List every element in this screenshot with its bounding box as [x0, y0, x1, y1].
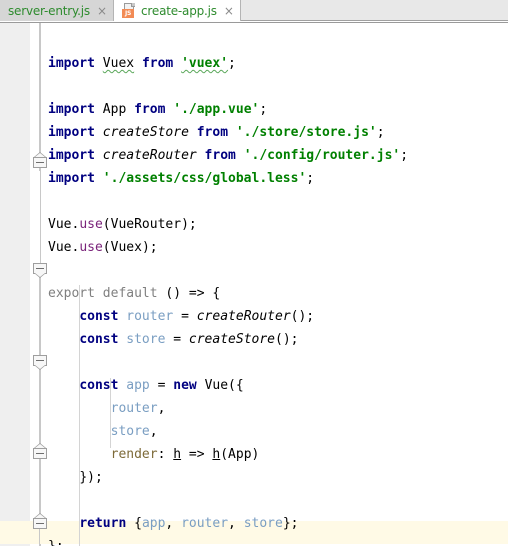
code-line-text: Vue.use(VueRouter); [48, 217, 197, 232]
code-line[interactable]: const store = createStore(); [0, 328, 508, 351]
code-line-text: import App from './app.vue'; [48, 102, 268, 117]
code-line[interactable]: Vue.use(Vuex); [0, 236, 508, 259]
code-editor-pane[interactable]: import Vuex from 'vuex'; import App from… [0, 23, 508, 546]
code-line-text: router, [110, 401, 166, 416]
code-line-text: import './assets/css/global.less'; [48, 171, 315, 186]
code-line[interactable]: const router = createRouter(); [0, 305, 508, 328]
code-line[interactable]: render: h => h(App) [0, 443, 508, 466]
code-line-text: }; [48, 535, 64, 546]
code-line-text: }); [79, 470, 103, 485]
code-line[interactable]: import Vuex from 'vuex'; [0, 52, 508, 75]
code-line[interactable]: }; [0, 535, 508, 546]
code-line[interactable]: import createRouter from './config/route… [0, 144, 508, 167]
code-line-text: const router = createRouter(); [79, 309, 315, 324]
code-line-text: const store = createStore(); [79, 332, 299, 347]
code-line[interactable]: router, [0, 397, 508, 420]
code-line[interactable] [0, 259, 508, 282]
code-line[interactable] [0, 351, 508, 374]
close-icon[interactable]: × [224, 5, 234, 17]
code-line[interactable] [0, 75, 508, 98]
code-line[interactable]: }); [0, 466, 508, 489]
editor-window: server-entry.js × JS create-app.js × imp… [0, 0, 508, 546]
code-content[interactable]: import Vuex from 'vuex'; import App from… [0, 23, 508, 546]
close-icon[interactable]: × [97, 5, 107, 17]
code-line-text: export default () => { [48, 286, 221, 301]
code-line[interactable]: import './assets/css/global.less'; [0, 167, 508, 190]
code-line[interactable]: export default () => { [0, 282, 508, 305]
code-line[interactable]: import createStore from './store/store.j… [0, 121, 508, 144]
code-line[interactable]: store, [0, 420, 508, 443]
tab-server-entry[interactable]: server-entry.js × [0, 0, 115, 21]
code-line-text: Vue.use(Vuex); [48, 240, 158, 255]
code-line-text: import createStore from './store/store.j… [48, 125, 385, 140]
tab-label: server-entry.js [8, 3, 90, 18]
js-file-icon-badge: JS [122, 9, 135, 18]
code-line-text: render: h => h(App) [110, 447, 260, 462]
tab-create-app[interactable]: JS create-app.js × [114, 0, 241, 21]
code-line[interactable]: return {app, router, store}; [0, 512, 508, 535]
tab-label: create-app.js [141, 3, 217, 18]
code-line-text: return {app, router, store}; [79, 516, 299, 531]
tab-bar-empty-space [240, 0, 508, 20]
code-line[interactable]: import App from './app.vue'; [0, 98, 508, 121]
code-line[interactable] [0, 190, 508, 213]
code-line[interactable] [0, 489, 508, 512]
code-line-text: import Vuex from 'vuex'; [48, 56, 236, 71]
code-line-text: import createRouter from './config/route… [48, 148, 409, 163]
js-file-icon-corner [131, 3, 136, 7]
js-file-icon: JS [122, 3, 136, 18]
code-line-text: const app = new Vue({ [79, 378, 244, 393]
code-line[interactable]: Vue.use(VueRouter); [0, 213, 508, 236]
code-line[interactable]: const app = new Vue({ [0, 374, 508, 397]
code-line-text: store, [110, 424, 158, 439]
editor-tab-bar: server-entry.js × JS create-app.js × [0, 0, 508, 21]
